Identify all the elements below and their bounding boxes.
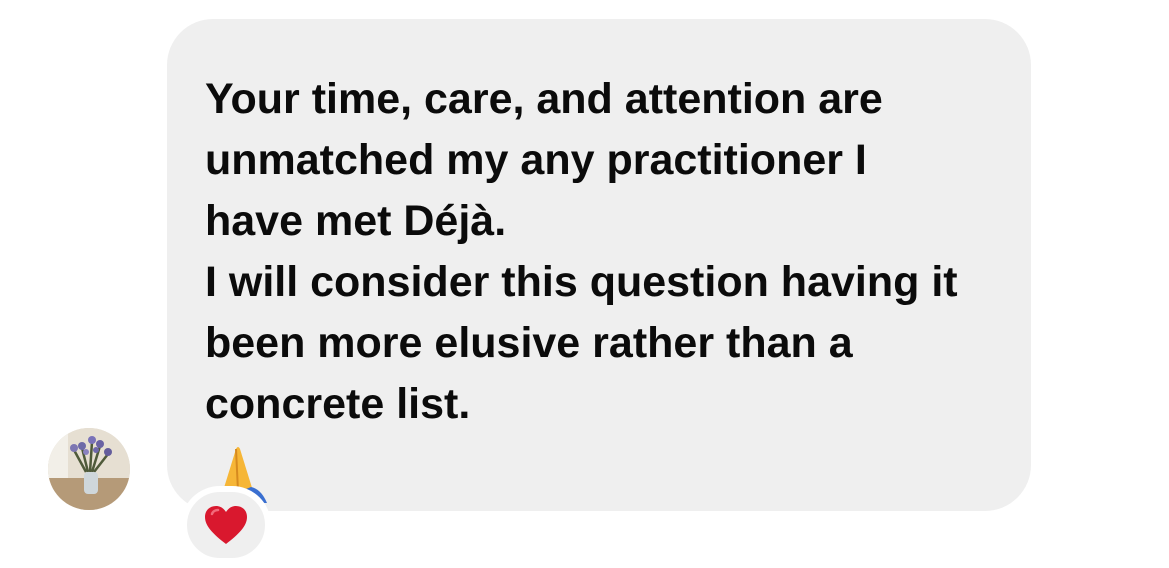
heart-reaction-badge[interactable] — [181, 486, 271, 564]
message-row: Your time, care, and attention are unmat… — [0, 0, 1169, 568]
sender-avatar[interactable] — [48, 428, 130, 510]
message-paragraph-1: Your time, care, and attention are unmat… — [205, 75, 883, 245]
emoji-line — [205, 443, 995, 507]
message-bubble[interactable]: Your time, care, and attention are unmat… — [167, 19, 1031, 511]
avatar-photo-icon — [48, 428, 130, 510]
red-heart-icon — [205, 506, 247, 544]
message-paragraph-2: I will consider this question having it … — [205, 258, 958, 428]
